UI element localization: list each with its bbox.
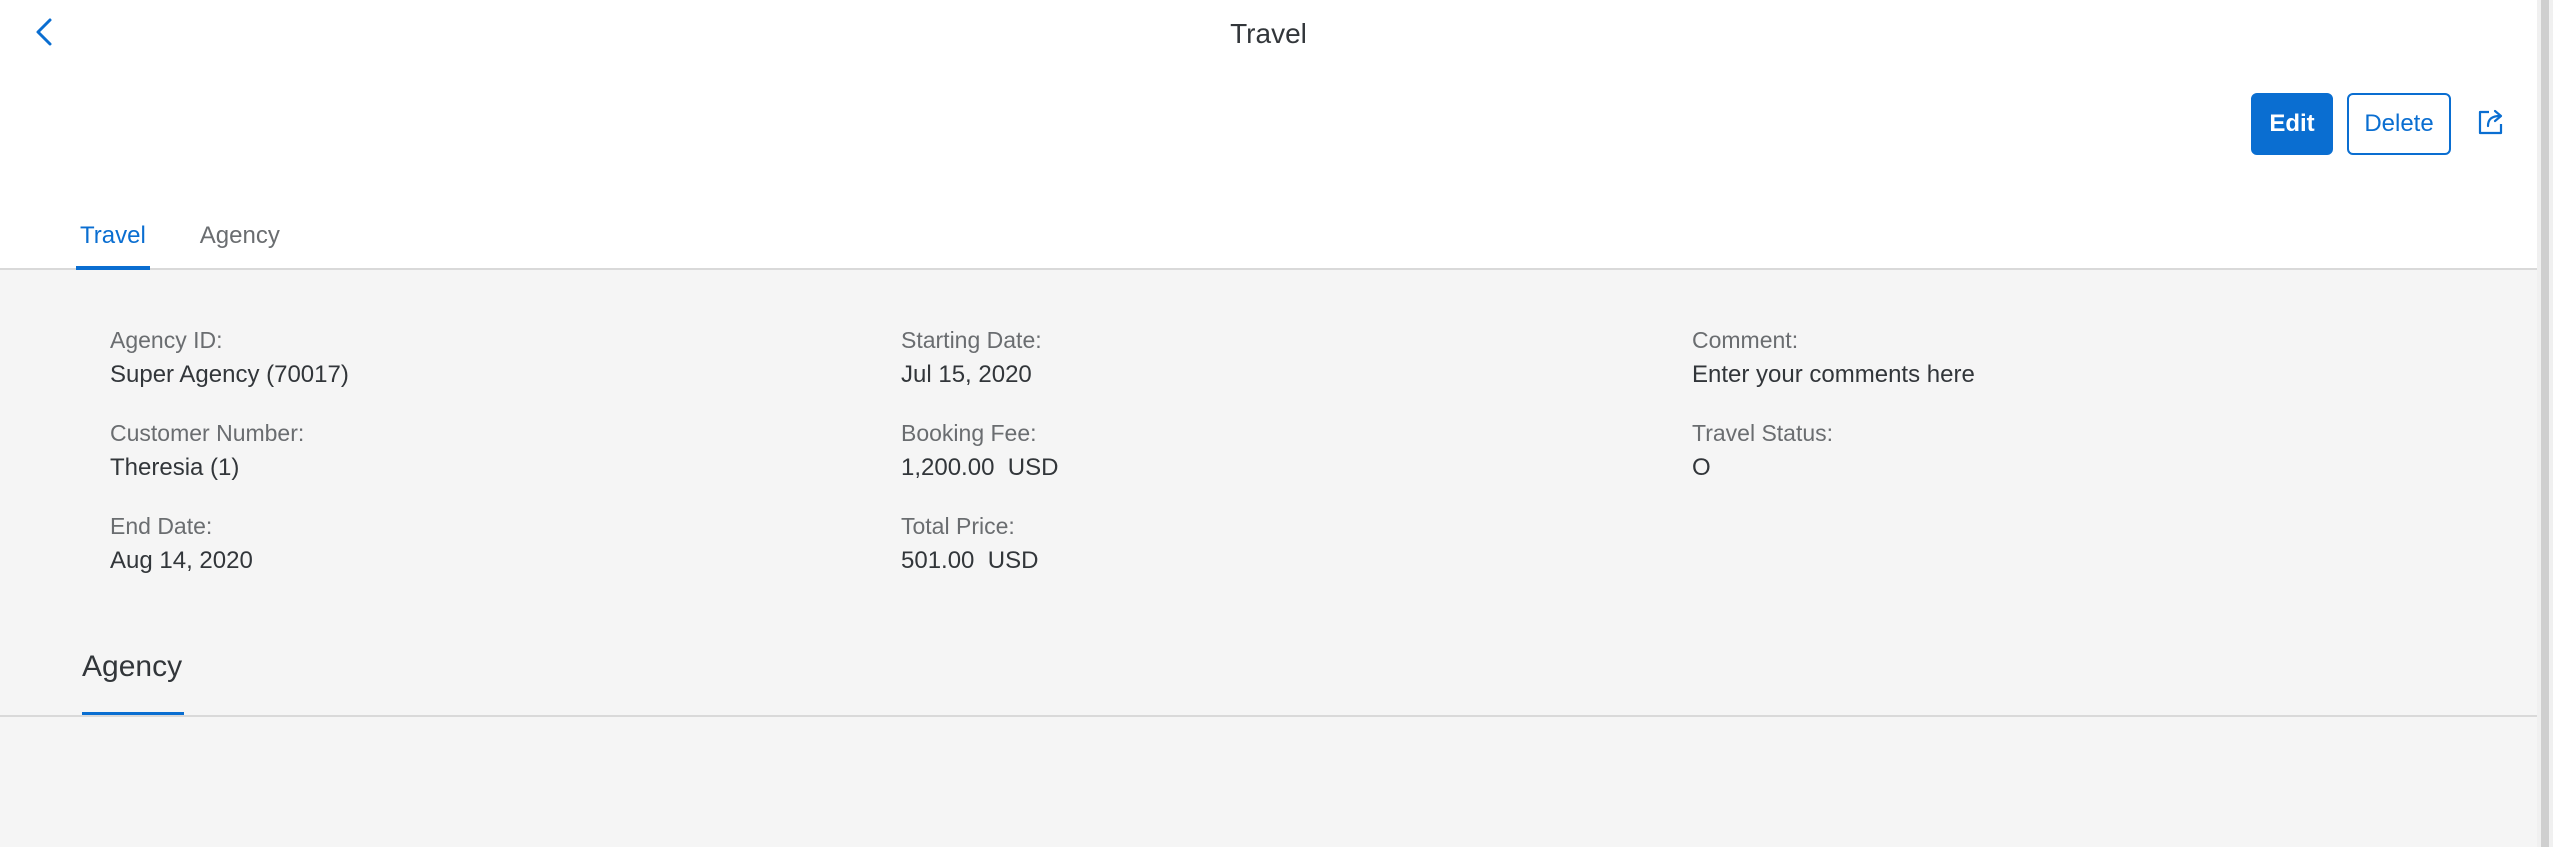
- edit-button[interactable]: Edit: [2251, 93, 2333, 155]
- scrollbar-thumb[interactable]: [2541, 0, 2549, 847]
- travel-section: Agency ID: Super Agency (70017) Customer…: [0, 270, 2537, 847]
- customer-number-value: Theresia (1): [110, 454, 240, 481]
- end-date-field: End Date: Aug 14, 2020: [110, 511, 253, 577]
- customer-number-field: Customer Number: Theresia (1): [110, 418, 304, 484]
- travel-status-label: Travel Status:: [1692, 420, 1834, 446]
- booking-fee-value: 1,200.00 USD: [901, 454, 1059, 481]
- starting-date-label: Starting Date:: [901, 327, 1042, 353]
- total-price-field: Total Price: 501.00 USD: [901, 511, 1038, 577]
- agency-id-label: Agency ID:: [110, 327, 223, 353]
- agency-id-field: Agency ID: Super Agency (70017): [110, 325, 349, 391]
- starting-date-field: Starting Date: Jul 15, 2020: [901, 325, 1042, 391]
- vertical-scrollbar[interactable]: [2537, 0, 2553, 847]
- object-page: Travel Edit Delete Travel Agency Agency …: [0, 0, 2553, 847]
- tab-agency[interactable]: Agency: [196, 222, 284, 270]
- travel-status-value: O: [1692, 454, 1711, 481]
- share-icon: [2476, 107, 2506, 142]
- agency-section-title: Agency: [82, 650, 183, 683]
- section-divider: [0, 715, 2537, 717]
- starting-date-value: Jul 15, 2020: [901, 361, 1032, 388]
- object-page-header: Travel Edit Delete Travel Agency: [0, 0, 2537, 270]
- end-date-value: Aug 14, 2020: [110, 547, 253, 574]
- comment-field: Comment: Enter your comments here: [1692, 325, 1975, 391]
- share-button[interactable]: [2465, 93, 2517, 155]
- total-price-value: 501.00 USD: [901, 547, 1039, 574]
- customer-number-label: Customer Number:: [110, 420, 305, 446]
- end-date-label: End Date:: [110, 513, 213, 539]
- booking-fee-label: Booking Fee:: [901, 420, 1037, 446]
- delete-button[interactable]: Delete: [2347, 93, 2451, 155]
- header-actions: Edit Delete: [2251, 93, 2517, 155]
- anchor-bar: Travel Agency: [76, 222, 330, 270]
- page-title: Travel: [1230, 18, 1307, 49]
- total-price-label: Total Price:: [901, 513, 1015, 539]
- comment-value: Enter your comments here: [1692, 361, 1975, 388]
- travel-status-field: Travel Status: O: [1692, 418, 1833, 484]
- agency-id-value: Super Agency (70017): [110, 361, 349, 388]
- booking-fee-field: Booking Fee: 1,200.00 USD: [901, 418, 1058, 484]
- tab-travel[interactable]: Travel: [76, 222, 150, 270]
- comment-label: Comment:: [1692, 327, 1799, 353]
